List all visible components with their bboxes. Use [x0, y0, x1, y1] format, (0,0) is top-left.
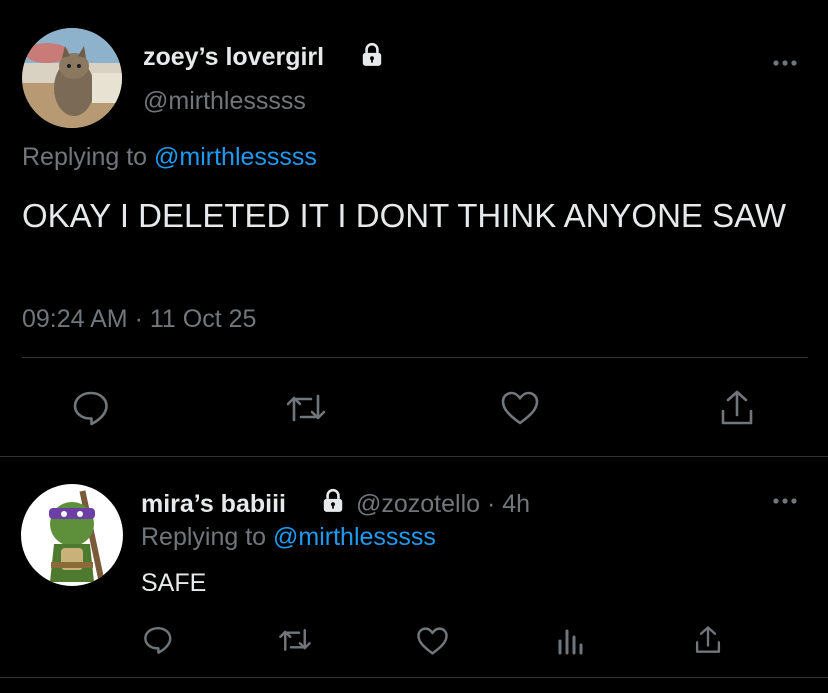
divider	[0, 677, 828, 678]
reply-replying-to: Replying to @mirthlesssss	[141, 522, 436, 552]
replying-to: Replying to @mirthlesssss	[22, 142, 317, 172]
more-icon[interactable]	[772, 497, 798, 505]
analytics-icon[interactable]	[556, 627, 584, 655]
share-icon[interactable]	[719, 389, 755, 427]
retweet-icon[interactable]	[284, 392, 328, 424]
time-separator: ·	[480, 490, 503, 518]
divider	[22, 357, 808, 358]
author-avatar[interactable]	[22, 28, 122, 128]
reply-author-name[interactable]: mira’s babiii	[141, 490, 286, 518]
replying-to-handle[interactable]: @mirthlesssss	[154, 143, 317, 171]
reply-meta: @zozotello · 4h	[356, 489, 530, 519]
reply-text: SAFE	[141, 569, 207, 597]
reply-time[interactable]: 4h	[502, 490, 530, 518]
retweet-icon[interactable]	[277, 627, 313, 653]
more-icon[interactable]	[772, 59, 798, 67]
reply-icon[interactable]	[143, 625, 173, 655]
tweet-text: OKAY I DELETED IT I DONT THINK ANYONE SA…	[22, 197, 787, 234]
author-handle[interactable]: @mirthlesssss	[143, 86, 306, 116]
like-icon[interactable]	[500, 390, 540, 426]
divider	[0, 456, 828, 457]
reply-header: mira’s babiii	[141, 489, 286, 519]
tweet-timestamp[interactable]: 09:24 AM · 11 Oct 25	[22, 304, 256, 334]
author-name[interactable]: zoey’s lovergirl	[143, 42, 324, 72]
share-icon[interactable]	[694, 625, 722, 655]
lock-icon	[359, 42, 385, 68]
reply-author-handle[interactable]: @zozotello	[356, 490, 480, 518]
replying-to-handle[interactable]: @mirthlesssss	[273, 523, 436, 551]
reply-author-avatar[interactable]	[21, 484, 123, 586]
replying-to-label: Replying to	[22, 143, 155, 171]
reply-icon[interactable]	[72, 390, 110, 426]
lock-icon	[320, 488, 346, 514]
replying-to-label: Replying to	[141, 523, 274, 551]
like-icon[interactable]	[416, 626, 449, 656]
